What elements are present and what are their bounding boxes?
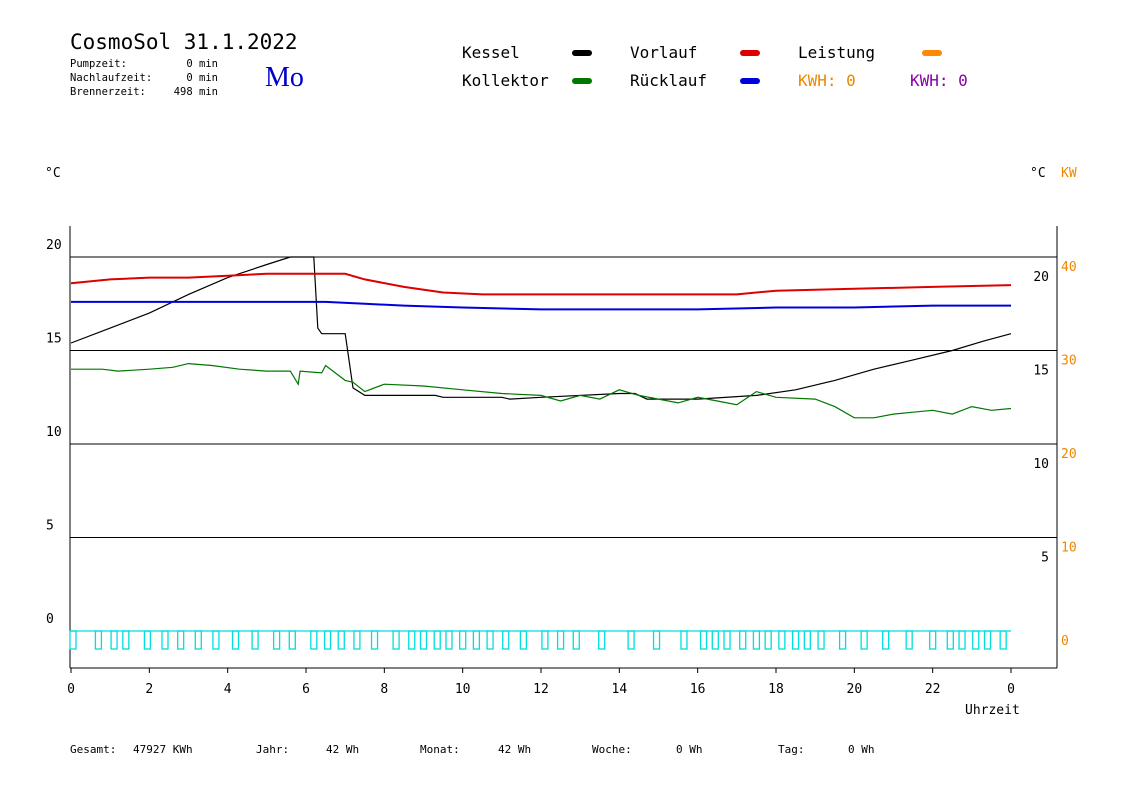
y-tick-right-kw: 30 bbox=[1061, 354, 1077, 369]
pump-pulse bbox=[251, 630, 259, 650]
x-tick-label: 8 bbox=[380, 682, 388, 697]
y-tick-left: 5 bbox=[46, 519, 54, 534]
footer-woche-label: Woche: bbox=[592, 743, 632, 756]
pump-pulse bbox=[272, 630, 281, 650]
footer-jahr-label: Jahr: bbox=[256, 743, 290, 756]
temperature-chart: 0 5 10 15 20 5 10 15 20 0 10 20 30 40 0 2 4 6 8 10 12 14 16 18 2… bbox=[46, 226, 1077, 697]
pump-pulse bbox=[337, 630, 345, 650]
x-tick-label: 14 bbox=[612, 682, 628, 697]
pump-pulse bbox=[519, 630, 528, 650]
pump-pulse bbox=[408, 630, 416, 650]
x-tick-label: 0 bbox=[67, 682, 75, 697]
y-tick-left: 20 bbox=[46, 238, 62, 253]
footer-jahr-value: 42 Wh bbox=[326, 743, 360, 756]
pump-pulse bbox=[905, 630, 913, 650]
x-tick-label: 18 bbox=[768, 682, 784, 697]
y-tick-right-kw: 0 bbox=[1061, 634, 1069, 649]
footer-tag-label: Tag: bbox=[778, 743, 805, 756]
pump-pulse bbox=[353, 630, 361, 650]
x-axis-label: Uhrzeit bbox=[965, 703, 1020, 718]
y-tick-right: 20 bbox=[1033, 270, 1049, 285]
pump-pulse bbox=[177, 630, 185, 650]
pump-pulse bbox=[791, 630, 800, 650]
pump-pulse bbox=[680, 630, 688, 650]
x-tick-label: 22 bbox=[925, 682, 941, 697]
x-tick-label: 6 bbox=[302, 682, 310, 697]
x-tick-label: 2 bbox=[145, 682, 153, 697]
pump-pulse bbox=[972, 630, 980, 650]
pump-pulse bbox=[983, 630, 992, 650]
pump-pulse bbox=[445, 630, 453, 650]
pump-pulse bbox=[122, 630, 130, 650]
pump-pulse bbox=[803, 630, 811, 650]
pump-pulse bbox=[161, 630, 169, 650]
pump-pulse bbox=[652, 630, 661, 650]
pump-pulse bbox=[778, 630, 786, 650]
pump-pulse bbox=[598, 630, 606, 650]
pump-pulse bbox=[764, 630, 772, 650]
y-tick-right: 10 bbox=[1033, 457, 1049, 472]
y-tick-right: 5 bbox=[1041, 551, 1049, 566]
pump-pulse bbox=[723, 630, 731, 650]
y-tick-left: 15 bbox=[46, 332, 62, 347]
pump-pulse bbox=[486, 630, 494, 650]
y-tick-left: 0 bbox=[46, 612, 54, 627]
x-tick-label: 10 bbox=[455, 682, 471, 697]
pump-pulse bbox=[929, 630, 937, 650]
x-tick-label: 20 bbox=[847, 682, 863, 697]
y-tick-right: 15 bbox=[1033, 364, 1049, 379]
x-tick-label: 12 bbox=[533, 682, 549, 697]
pump-pulse bbox=[288, 630, 296, 650]
pump-pulse bbox=[739, 630, 747, 650]
pump-pulse bbox=[860, 630, 868, 650]
x-tick-label: 16 bbox=[690, 682, 706, 697]
x-tick-label: 4 bbox=[224, 682, 232, 697]
series-kessel-line bbox=[70, 256, 1012, 400]
pump-pulse bbox=[370, 630, 379, 650]
series-kollektor-line bbox=[71, 362, 1012, 419]
y-tick-left: 10 bbox=[46, 425, 62, 440]
pump-pulse bbox=[419, 630, 428, 650]
pump-pulse bbox=[392, 630, 400, 650]
pump-pulse bbox=[69, 630, 77, 650]
footer-monat-label: Monat: bbox=[420, 743, 460, 756]
pump-pulse bbox=[502, 630, 510, 650]
pump-pulse bbox=[699, 630, 708, 650]
y-tick-right-kw: 20 bbox=[1061, 447, 1077, 462]
footer-gesamt-value: 47927 KWh bbox=[133, 743, 193, 756]
pump-pulse bbox=[231, 630, 240, 650]
pump-pulse bbox=[711, 630, 719, 650]
pump-pulse bbox=[110, 630, 118, 650]
y-tick-right-kw: 40 bbox=[1061, 260, 1077, 275]
pump-pulse bbox=[310, 630, 318, 650]
x-tick-label: 0 bbox=[1007, 682, 1015, 697]
footer-woche-value: 0 Wh bbox=[676, 743, 703, 756]
pump-pulse bbox=[541, 630, 549, 650]
pump-pulse bbox=[882, 630, 890, 650]
pump-pulse bbox=[838, 630, 847, 650]
pump-pulse bbox=[143, 630, 152, 650]
pump-pulse bbox=[627, 630, 635, 650]
footer-monat-value: 42 Wh bbox=[498, 743, 532, 756]
pump-pulse bbox=[556, 630, 565, 650]
y-tick-right-kw: 10 bbox=[1061, 541, 1077, 556]
pump-pulse bbox=[999, 630, 1007, 650]
footer-tag-value: 0 Wh bbox=[848, 743, 875, 756]
pump-pulse bbox=[817, 630, 825, 650]
pump-pulse bbox=[323, 630, 332, 650]
pump-pulse bbox=[946, 630, 954, 650]
pump-pulse bbox=[472, 630, 481, 650]
pump-pulse bbox=[572, 630, 580, 650]
series-ruecklauf-line bbox=[71, 300, 1011, 311]
pump-pulse bbox=[752, 630, 761, 650]
pump-pulse bbox=[433, 630, 441, 650]
pump-pulse bbox=[958, 630, 966, 650]
pump-pulse bbox=[194, 630, 202, 650]
pump-pulse bbox=[94, 630, 103, 650]
pump-pulse bbox=[459, 630, 467, 650]
footer-gesamt-label: Gesamt: bbox=[70, 743, 117, 756]
pump-pulse bbox=[212, 630, 220, 650]
